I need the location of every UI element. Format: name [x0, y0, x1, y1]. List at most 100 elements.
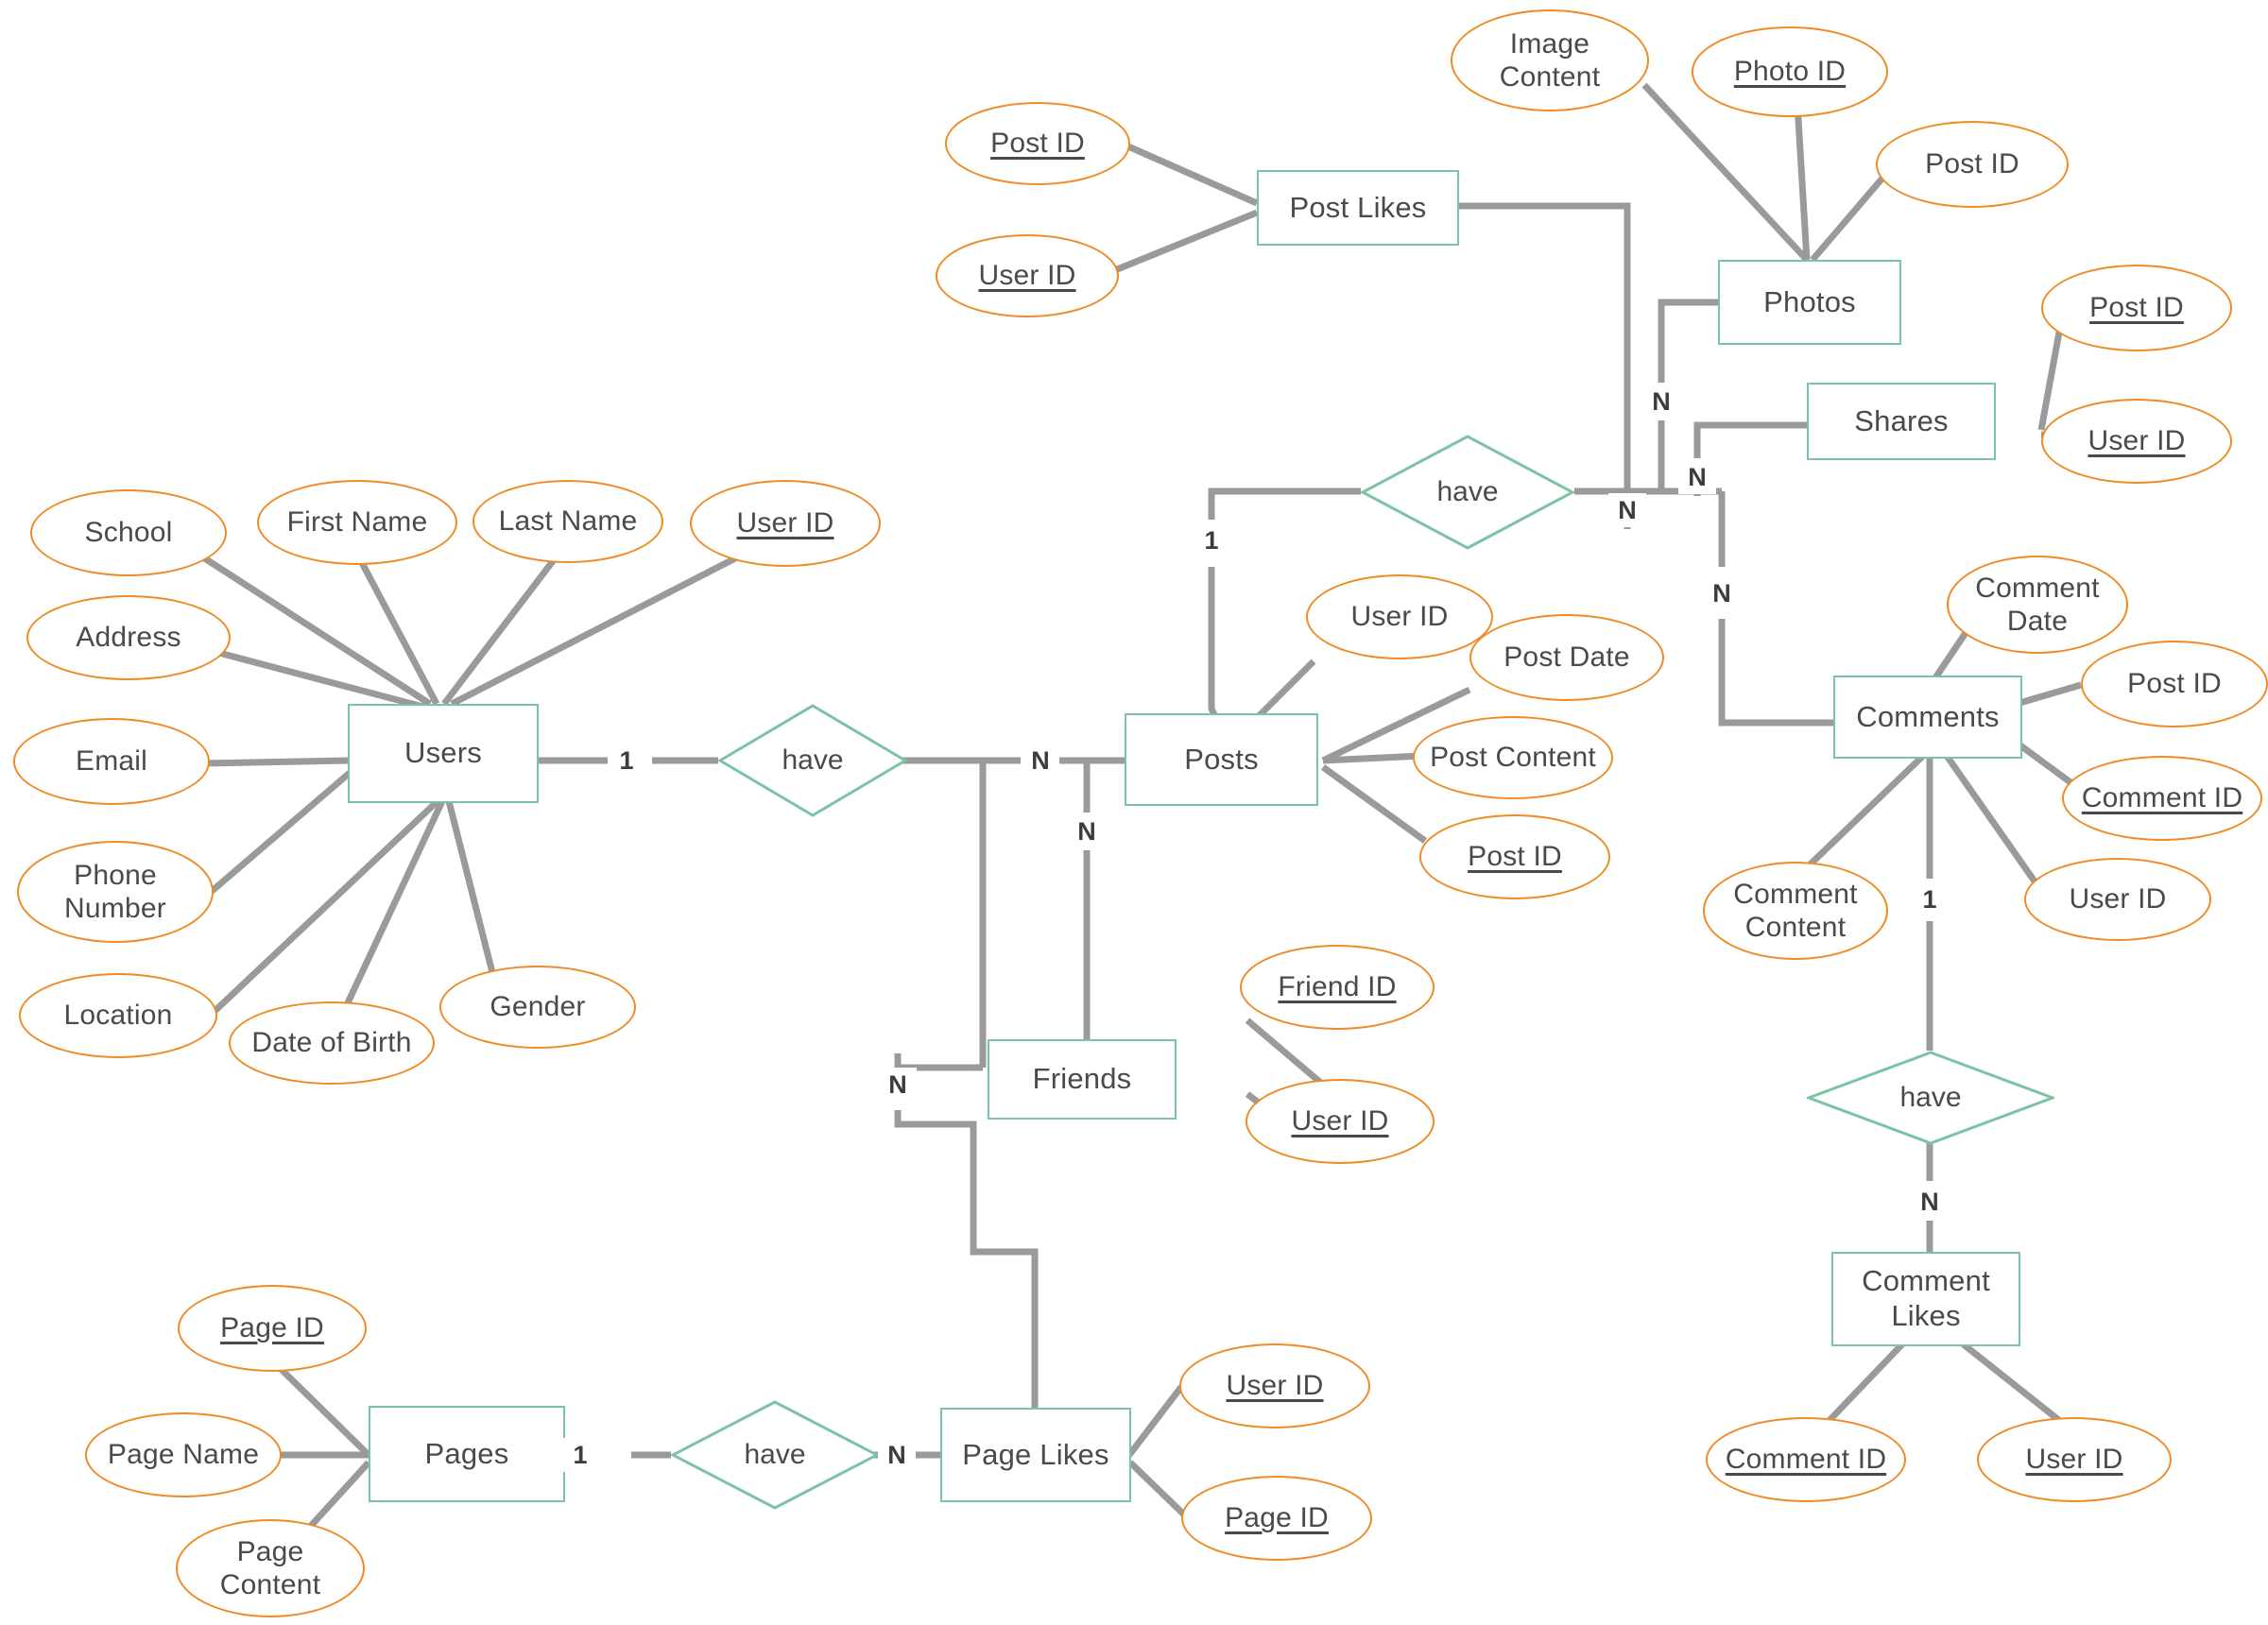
attribute-comments-user-id[interactable]: User ID	[2024, 858, 2211, 941]
attribute-friends-user-id[interactable]: User ID	[1246, 1079, 1435, 1164]
attribute-posts-post-date[interactable]: Post Date	[1469, 614, 1664, 701]
entity-label: Comment Likes	[1862, 1264, 1990, 1332]
wire-pages-pageid	[269, 1358, 371, 1458]
attribute-shares-post-id[interactable]: Post ID	[2041, 265, 2232, 351]
attribute-label: Comment Content	[1733, 878, 1858, 943]
entity-label: Friends	[1032, 1062, 1132, 1096]
attribute-posts-post-id[interactable]: Post ID	[1419, 814, 1610, 899]
entity-label: Posts	[1184, 742, 1259, 776]
attribute-label: Post ID	[1925, 148, 2019, 180]
relationship-label: have	[1899, 1082, 1962, 1113]
wire-photos-postid	[1810, 172, 1888, 263]
attribute-label: User ID	[1226, 1370, 1324, 1402]
attribute-label: First Name	[286, 506, 428, 539]
attribute-users-email[interactable]: Email	[13, 718, 210, 805]
entity-label: Pages	[424, 1436, 509, 1470]
attribute-comments-comment-id[interactable]: Comment ID	[2062, 756, 2262, 841]
attribute-label: Post Date	[1503, 641, 1630, 674]
attribute-label: Page Name	[107, 1439, 260, 1471]
attribute-label: Friend ID	[1278, 971, 1397, 1003]
wire-postlikes-postid	[1111, 136, 1259, 207]
attribute-shares-user-id[interactable]: User ID	[2041, 399, 2232, 484]
cardinality-pagelikes-n: N	[878, 1438, 916, 1472]
attribute-label: Post Content	[1430, 742, 1596, 774]
cardinality-posts-friends: N	[1068, 814, 1106, 848]
attribute-users-location[interactable]: Location	[19, 973, 217, 1058]
attribute-pages-page-content[interactable]: Page Content	[176, 1519, 365, 1617]
relationship-users-posts[interactable]: have	[718, 704, 907, 817]
attribute-posts-user-id[interactable]: User ID	[1306, 574, 1493, 659]
cardinality-commentlikes-n: N	[1911, 1185, 1949, 1219]
entity-posts[interactable]: Posts	[1125, 713, 1318, 806]
wire-postlikes-userid	[1104, 209, 1259, 278]
relationship-comments-likes[interactable]: have	[1807, 1051, 2054, 1145]
attribute-users-first-name[interactable]: First Name	[257, 480, 457, 565]
relationship-posts-media[interactable]: have	[1361, 435, 1574, 550]
attribute-users-date-of-birth[interactable]: Date of Birth	[229, 1001, 435, 1085]
entity-pages[interactable]: Pages	[369, 1406, 565, 1502]
entity-label: Post Likes	[1289, 190, 1427, 224]
cardinality-postlikes-n: N	[1608, 493, 1646, 527]
entity-label: Page Likes	[962, 1437, 1109, 1471]
attribute-users-address[interactable]: Address	[26, 595, 231, 680]
wire-users-phone	[207, 770, 352, 896]
cardinality-have-posts: N	[1022, 744, 1059, 778]
wire-posts-content	[1322, 752, 1423, 764]
attribute-pagelikes-page-id[interactable]: Page ID	[1181, 1476, 1372, 1561]
attribute-commentlikes-comment-id[interactable]: Comment ID	[1706, 1417, 1906, 1502]
attribute-label: School	[84, 517, 173, 549]
relationship-label: have	[1436, 476, 1499, 507]
connector-layer	[201, 82, 2091, 1571]
attribute-pages-page-name[interactable]: Page Name	[85, 1412, 282, 1497]
attribute-comments-post-id[interactable]: Post ID	[2081, 641, 2268, 727]
attribute-photos-image-content[interactable]: Image Content	[1451, 9, 1649, 111]
entity-friends[interactable]: Friends	[988, 1039, 1177, 1120]
attribute-users-gender[interactable]: Gender	[439, 966, 636, 1049]
entity-comments[interactable]: Comments	[1833, 676, 2022, 759]
wire-users-userid	[450, 554, 739, 708]
entity-label: Shares	[1854, 403, 1949, 437]
attribute-posts-post-content[interactable]: Post Content	[1413, 716, 1613, 799]
entity-users[interactable]: Users	[348, 704, 539, 803]
attribute-label: User ID	[736, 507, 834, 539]
cardinality-friends-left: N	[879, 1068, 917, 1102]
entity-photos[interactable]: Photos	[1718, 260, 1901, 345]
wire-have-pagelikes-d	[894, 1110, 1039, 1408]
wire-friends-friendid	[1245, 1018, 1326, 1087]
wire-pagelikes-userid	[1126, 1384, 1184, 1458]
attribute-friends-friend-id[interactable]: Friend ID	[1240, 945, 1435, 1030]
attribute-label: User ID	[2088, 425, 2186, 457]
wire-comments-b	[1718, 619, 1833, 727]
attribute-label: Phone Number	[64, 859, 166, 924]
wire-have-posts-1a	[1208, 488, 1361, 520]
attribute-users-last-name[interactable]: Last Name	[472, 480, 663, 563]
cardinality-users-have: 1	[608, 744, 645, 778]
attribute-users-phone-number[interactable]: Phone Number	[17, 841, 214, 943]
wire-users-location	[207, 798, 440, 1018]
attribute-label: User ID	[1291, 1105, 1389, 1138]
attribute-label: Post ID	[990, 128, 1085, 160]
attribute-commentlikes-user-id[interactable]: User ID	[1977, 1417, 2172, 1502]
attribute-photos-post-id[interactable]: Post ID	[1876, 121, 2069, 208]
relationship-label: have	[782, 744, 844, 776]
attribute-label: Email	[75, 745, 147, 778]
wire-photos-have-a	[1658, 299, 1718, 383]
cardinality-comments-n: N	[1703, 576, 1741, 610]
relationship-pages-pagelikes[interactable]: have	[671, 1400, 879, 1510]
attribute-postlikes-user-id[interactable]: User ID	[936, 234, 1119, 317]
attribute-comments-comment-content[interactable]: Comment Content	[1703, 862, 1888, 960]
attribute-postlikes-post-id[interactable]: Post ID	[945, 102, 1130, 185]
attribute-pagelikes-user-id[interactable]: User ID	[1179, 1343, 1370, 1428]
entity-page-likes[interactable]: Page Likes	[940, 1408, 1131, 1502]
attribute-users-school[interactable]: School	[30, 489, 227, 576]
entity-comment-likes[interactable]: Comment Likes	[1831, 1252, 2020, 1346]
wire-comments-userid	[1944, 753, 2049, 900]
attribute-pages-page-id[interactable]: Page ID	[178, 1285, 367, 1372]
cardinality-pages-one: 1	[561, 1438, 599, 1472]
entity-post-likes[interactable]: Post Likes	[1257, 170, 1459, 246]
entity-shares[interactable]: Shares	[1807, 383, 1996, 460]
attribute-photos-photo-id[interactable]: Photo ID	[1692, 26, 1888, 117]
attribute-label: User ID	[1350, 601, 1449, 633]
attribute-comments-comment-date[interactable]: Comment Date	[1947, 556, 2128, 654]
attribute-users-user-id[interactable]: User ID	[690, 480, 881, 567]
